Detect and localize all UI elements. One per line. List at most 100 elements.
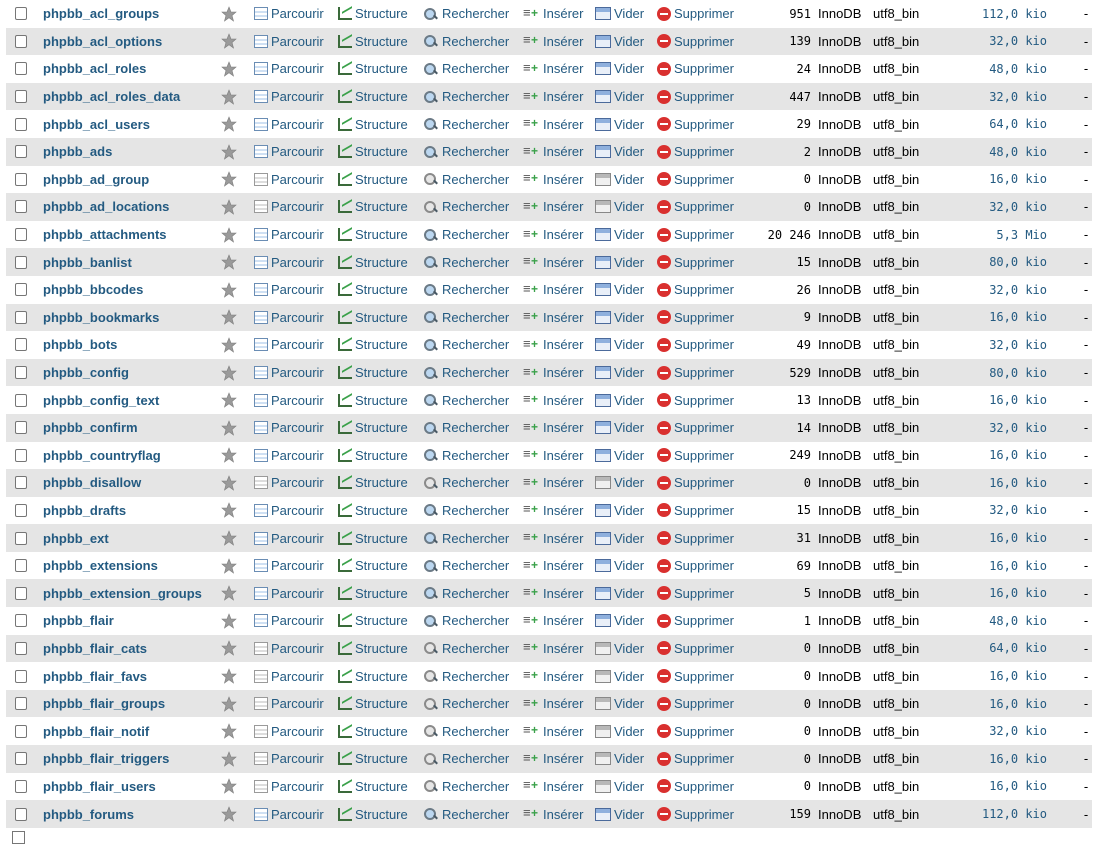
empty-action[interactable]: Vider — [595, 248, 644, 276]
row-checkbox[interactable] — [15, 55, 27, 83]
structure-action[interactable]: Structure — [338, 193, 408, 221]
row-checkbox[interactable] — [15, 359, 27, 387]
table-name-link[interactable]: phpbb_bots — [43, 331, 117, 359]
structure-action[interactable]: Structure — [338, 166, 408, 194]
structure-action[interactable]: Structure — [338, 248, 408, 276]
table-name-link[interactable]: phpbb_disallow — [43, 469, 141, 497]
browse-action[interactable]: Parcourir — [254, 359, 324, 387]
row-checkbox[interactable] — [15, 690, 27, 718]
browse-action[interactable]: Parcourir — [254, 552, 324, 580]
favorite-star-icon[interactable] — [220, 0, 238, 28]
empty-action[interactable]: Vider — [595, 607, 644, 635]
drop-action[interactable]: Supprimer — [657, 276, 734, 304]
favorite-star-icon[interactable] — [220, 83, 238, 111]
search-action[interactable]: Rechercher — [423, 717, 509, 745]
empty-action[interactable]: Vider — [595, 745, 644, 773]
empty-action[interactable]: Vider — [595, 773, 644, 801]
row-checkbox[interactable] — [15, 193, 27, 221]
favorite-star-icon[interactable] — [220, 442, 238, 470]
favorite-star-icon[interactable] — [220, 276, 238, 304]
table-size[interactable]: 32,0 kio — [956, 331, 1047, 359]
table-name-link[interactable]: phpbb_flair — [43, 607, 114, 635]
structure-action[interactable]: Structure — [338, 717, 408, 745]
table-size[interactable]: 80,0 kio — [956, 248, 1047, 276]
favorite-star-icon[interactable] — [220, 166, 238, 194]
table-name-link[interactable]: phpbb_drafts — [43, 497, 126, 525]
row-checkbox[interactable] — [15, 469, 27, 497]
structure-action[interactable]: Structure — [338, 221, 408, 249]
drop-action[interactable]: Supprimer — [657, 359, 734, 387]
table-size[interactable]: 16,0 kio — [956, 304, 1047, 332]
favorite-star-icon[interactable] — [220, 248, 238, 276]
structure-action[interactable]: Structure — [338, 607, 408, 635]
table-size[interactable]: 48,0 kio — [956, 55, 1047, 83]
footer-checkbox[interactable] — [12, 831, 25, 844]
table-size[interactable]: 32,0 kio — [956, 193, 1047, 221]
table-name-link[interactable]: phpbb_ext — [43, 524, 109, 552]
table-size[interactable]: 16,0 kio — [956, 524, 1047, 552]
browse-action[interactable]: Parcourir — [254, 55, 324, 83]
table-size[interactable]: 16,0 kio — [956, 690, 1047, 718]
structure-action[interactable]: Structure — [338, 0, 408, 28]
row-checkbox[interactable] — [15, 635, 27, 663]
row-checkbox[interactable] — [15, 800, 27, 828]
row-checkbox[interactable] — [15, 662, 27, 690]
insert-action[interactable]: Insérer — [523, 138, 583, 166]
browse-action[interactable]: Parcourir — [254, 635, 324, 663]
favorite-star-icon[interactable] — [220, 635, 238, 663]
empty-action[interactable]: Vider — [595, 193, 644, 221]
drop-action[interactable]: Supprimer — [657, 662, 734, 690]
table-size[interactable]: 32,0 kio — [956, 717, 1047, 745]
empty-action[interactable]: Vider — [595, 469, 644, 497]
empty-action[interactable]: Vider — [595, 359, 644, 387]
search-action[interactable]: Rechercher — [423, 469, 509, 497]
favorite-star-icon[interactable] — [220, 55, 238, 83]
search-action[interactable]: Rechercher — [423, 552, 509, 580]
table-size[interactable]: 32,0 kio — [956, 83, 1047, 111]
insert-action[interactable]: Insérer — [523, 276, 583, 304]
row-checkbox[interactable] — [15, 497, 27, 525]
table-size[interactable]: 16,0 kio — [956, 552, 1047, 580]
favorite-star-icon[interactable] — [220, 221, 238, 249]
browse-action[interactable]: Parcourir — [254, 469, 324, 497]
browse-action[interactable]: Parcourir — [254, 579, 324, 607]
empty-action[interactable]: Vider — [595, 690, 644, 718]
search-action[interactable]: Rechercher — [423, 524, 509, 552]
browse-action[interactable]: Parcourir — [254, 607, 324, 635]
table-size[interactable]: 80,0 kio — [956, 359, 1047, 387]
drop-action[interactable]: Supprimer — [657, 248, 734, 276]
insert-action[interactable]: Insérer — [523, 193, 583, 221]
drop-action[interactable]: Supprimer — [657, 110, 734, 138]
browse-action[interactable]: Parcourir — [254, 221, 324, 249]
search-action[interactable]: Rechercher — [423, 0, 509, 28]
table-name-link[interactable]: phpbb_acl_groups — [43, 0, 159, 28]
table-size[interactable]: 16,0 kio — [956, 386, 1047, 414]
empty-action[interactable]: Vider — [595, 800, 644, 828]
drop-action[interactable]: Supprimer — [657, 83, 734, 111]
row-checkbox[interactable] — [15, 28, 27, 56]
table-name-link[interactable]: phpbb_ad_group — [43, 166, 149, 194]
table-name-link[interactable]: phpbb_flair_users — [43, 773, 156, 801]
row-checkbox[interactable] — [15, 442, 27, 470]
structure-action[interactable]: Structure — [338, 690, 408, 718]
search-action[interactable]: Rechercher — [423, 690, 509, 718]
row-checkbox[interactable] — [15, 110, 27, 138]
insert-action[interactable]: Insérer — [523, 414, 583, 442]
insert-action[interactable]: Insérer — [523, 662, 583, 690]
table-size[interactable]: 16,0 kio — [956, 442, 1047, 470]
empty-action[interactable]: Vider — [595, 110, 644, 138]
structure-action[interactable]: Structure — [338, 83, 408, 111]
table-name-link[interactable]: phpbb_flair_cats — [43, 635, 147, 663]
favorite-star-icon[interactable] — [220, 359, 238, 387]
table-size[interactable]: 16,0 kio — [956, 745, 1047, 773]
row-checkbox[interactable] — [15, 331, 27, 359]
table-name-link[interactable]: phpbb_acl_roles_data — [43, 83, 180, 111]
drop-action[interactable]: Supprimer — [657, 497, 734, 525]
favorite-star-icon[interactable] — [220, 800, 238, 828]
structure-action[interactable]: Structure — [338, 28, 408, 56]
insert-action[interactable]: Insérer — [523, 110, 583, 138]
structure-action[interactable]: Structure — [338, 386, 408, 414]
table-name-link[interactable]: phpbb_config — [43, 359, 129, 387]
table-size[interactable]: 64,0 kio — [956, 110, 1047, 138]
drop-action[interactable]: Supprimer — [657, 552, 734, 580]
